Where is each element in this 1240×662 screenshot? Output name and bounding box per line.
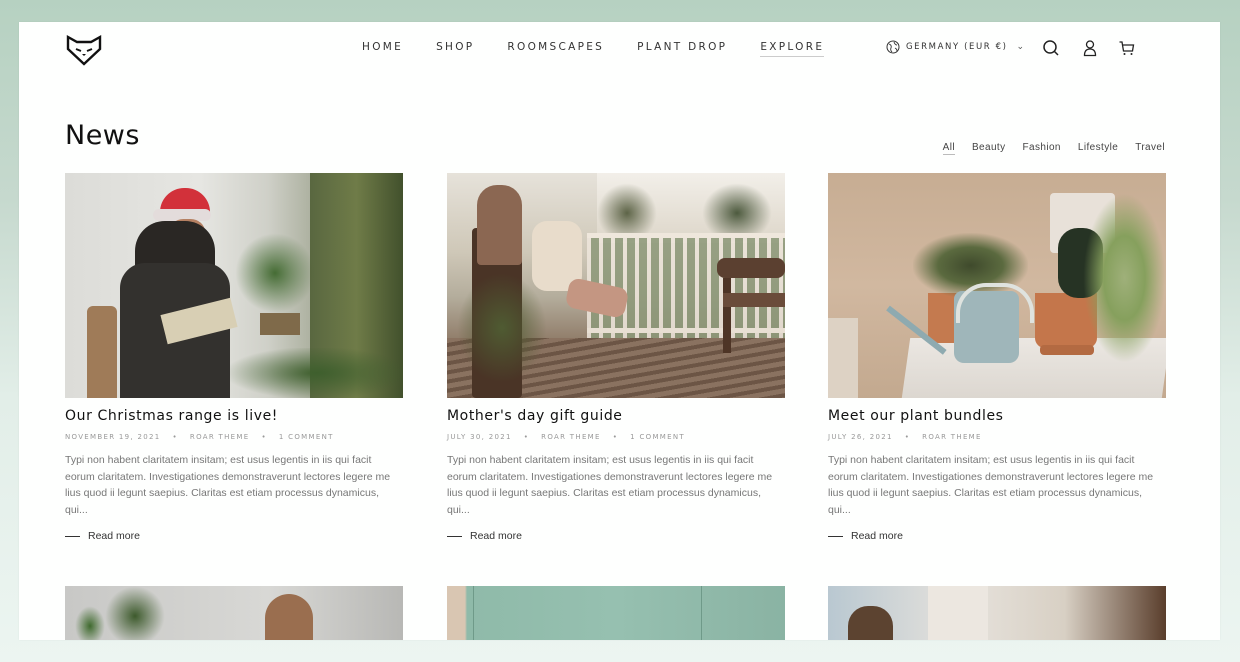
search-icon[interactable] — [1042, 39, 1060, 57]
article-image-christmas[interactable] — [65, 173, 403, 398]
nav-explore[interactable]: EXPLORE — [760, 41, 825, 57]
article-card: Our Christmas range is live! NOVEMBER 19… — [65, 173, 403, 542]
main-nav: HOME SHOP ROOMSCAPES PLANT DROP EXPLORE — [362, 41, 857, 57]
globe-icon — [886, 40, 900, 54]
article-date: JULY 26, 2021 — [828, 433, 893, 441]
separator-dot: • — [523, 433, 530, 441]
article-excerpt: Typi non habent claritatem insitam; est … — [65, 454, 391, 516]
filter-fashion[interactable]: Fashion — [1023, 142, 1061, 155]
read-more-link[interactable]: Read more — [447, 530, 785, 542]
article-author[interactable]: ROAR THEME — [922, 433, 982, 441]
page-title: News — [65, 120, 140, 151]
filter-beauty[interactable]: Beauty — [972, 142, 1006, 155]
article-card: Mother's day gift guide JULY 30, 2021 • … — [447, 173, 785, 542]
category-filters: All Beauty Fashion Lifestyle Travel — [942, 142, 1165, 155]
separator-dot: • — [612, 433, 619, 441]
article-image-row2-3[interactable] — [828, 586, 1166, 640]
nav-roomscapes[interactable]: ROOMSCAPES — [507, 41, 604, 57]
dash-icon — [828, 535, 843, 537]
article-title[interactable]: Meet our plant bundles — [828, 408, 1166, 424]
filter-all[interactable]: All — [942, 142, 955, 155]
article-date: JULY 30, 2021 — [447, 433, 512, 441]
article-title[interactable]: Our Christmas range is live! — [65, 408, 403, 424]
article-image-row2-2[interactable] — [447, 586, 785, 640]
article-comments[interactable]: 1 COMMENT — [279, 433, 334, 441]
article-meta: JULY 26, 2021 • ROAR THEME — [828, 433, 1166, 441]
nav-plant-drop[interactable]: PLANT DROP — [637, 41, 727, 57]
dash-icon — [447, 535, 462, 537]
read-more-label: Read more — [470, 530, 522, 542]
separator-dot: • — [904, 433, 911, 441]
article-image-row2-1[interactable] — [65, 586, 403, 640]
cart-icon[interactable] — [1118, 39, 1136, 57]
read-more-link[interactable]: Read more — [828, 530, 1166, 542]
article-meta: NOVEMBER 19, 2021 • ROAR THEME • 1 COMME… — [65, 433, 403, 441]
article-author[interactable]: ROAR THEME — [541, 433, 601, 441]
article-meta: JULY 30, 2021 • ROAR THEME • 1 COMMENT — [447, 433, 785, 441]
account-icon[interactable] — [1081, 39, 1099, 57]
country-label: GERMANY (EUR €) — [906, 42, 1008, 52]
read-more-label: Read more — [851, 530, 903, 542]
separator-dot: • — [261, 433, 267, 441]
page-container: HOME SHOP ROOMSCAPES PLANT DROP EXPLORE … — [19, 22, 1220, 640]
article-comments[interactable]: 1 COMMENT — [630, 433, 685, 441]
chevron-down-icon: ⌄ — [1016, 42, 1026, 52]
filter-lifestyle[interactable]: Lifestyle — [1078, 142, 1118, 155]
dash-icon — [65, 535, 80, 537]
article-title[interactable]: Mother's day gift guide — [447, 408, 785, 424]
article-date: NOVEMBER 19, 2021 — [65, 433, 161, 441]
article-excerpt: Typi non habent claritatem insitam; est … — [447, 454, 773, 516]
read-more-link[interactable]: Read more — [65, 530, 403, 542]
nav-shop[interactable]: SHOP — [436, 41, 474, 57]
fox-logo-icon[interactable] — [65, 32, 103, 66]
article-excerpt: Typi non habent claritatem insitam; est … — [828, 454, 1154, 516]
separator-dot: • — [172, 433, 178, 441]
article-author[interactable]: ROAR THEME — [190, 433, 250, 441]
country-selector[interactable]: GERMANY (EUR €) ⌄ — [886, 40, 1026, 54]
read-more-label: Read more — [88, 530, 140, 542]
article-image-plant-bundles[interactable] — [828, 173, 1166, 398]
filter-travel[interactable]: Travel — [1135, 142, 1165, 155]
nav-home[interactable]: HOME — [362, 41, 403, 57]
article-image-mothers-day[interactable] — [447, 173, 785, 398]
article-card: Meet our plant bundles JULY 26, 2021 • R… — [828, 173, 1166, 542]
